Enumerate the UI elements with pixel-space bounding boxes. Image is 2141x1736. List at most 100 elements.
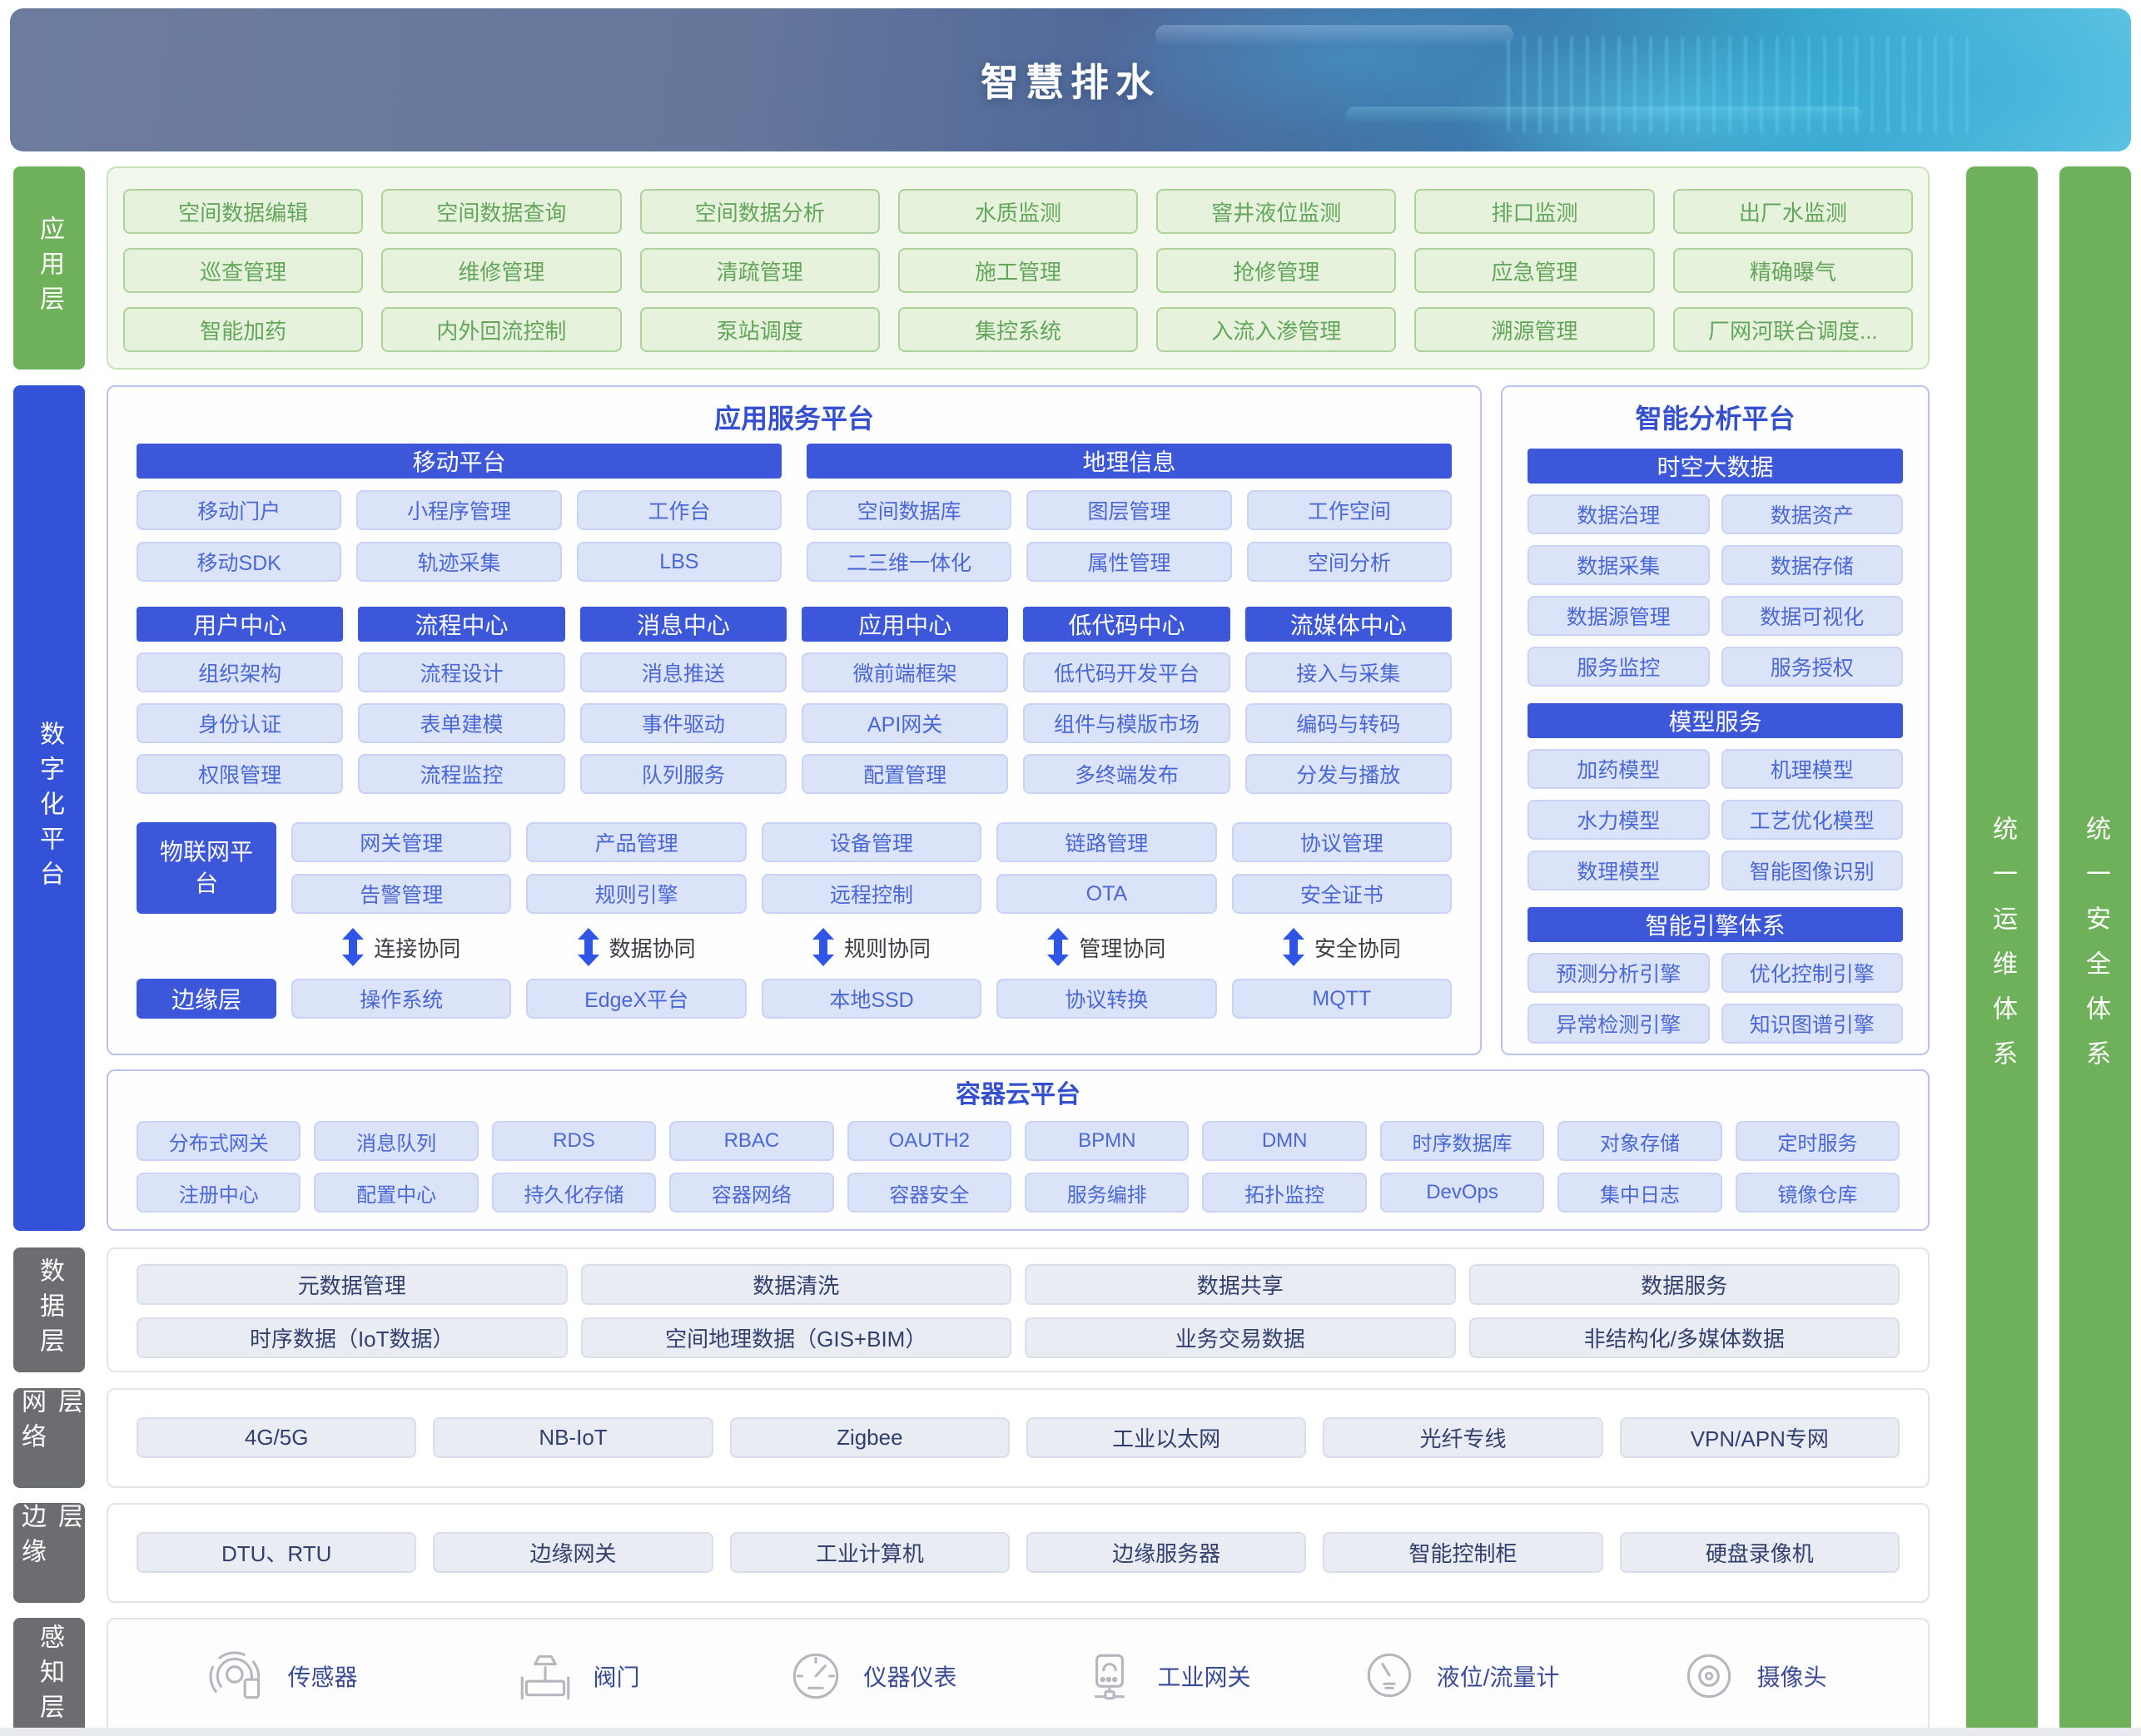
analysis-button[interactable]: 水力模型 <box>1528 800 1710 840</box>
service-button[interactable]: 属性管理 <box>1026 542 1231 582</box>
service-button[interactable]: 工作空间 <box>1247 490 1452 530</box>
app-module-button[interactable]: 巡查管理 <box>123 248 363 293</box>
app-module-button[interactable]: 施工管理 <box>898 248 1138 293</box>
center-button[interactable]: 权限管理 <box>137 754 343 794</box>
cloud-button[interactable]: 配置中心 <box>314 1173 478 1213</box>
center-button[interactable]: 事件驱动 <box>580 703 787 743</box>
cloud-button[interactable]: 消息队列 <box>314 1121 478 1161</box>
center-button[interactable]: 多终端发布 <box>1023 754 1229 794</box>
cloud-button[interactable]: 时序数据库 <box>1380 1121 1544 1161</box>
analysis-button[interactable]: 服务授权 <box>1721 647 1904 687</box>
analysis-button[interactable]: 数据可视化 <box>1721 596 1904 636</box>
app-module-button[interactable]: 应急管理 <box>1414 248 1654 293</box>
analysis-button[interactable]: 优化控制引擎 <box>1721 953 1904 993</box>
cloud-button[interactable]: 容器安全 <box>847 1173 1011 1213</box>
cloud-button[interactable]: 拓扑监控 <box>1202 1173 1366 1213</box>
app-module-button[interactable]: 水质监测 <box>898 189 1138 234</box>
analysis-button[interactable]: 服务监控 <box>1528 647 1710 687</box>
center-button[interactable]: 队列服务 <box>580 754 787 794</box>
analysis-button[interactable]: 数据源管理 <box>1528 596 1710 636</box>
iot-button[interactable]: 产品管理 <box>526 822 746 862</box>
analysis-button[interactable]: 知识图谱引擎 <box>1721 1004 1904 1044</box>
data-button[interactable]: 非结构化/多媒体数据 <box>1469 1317 1900 1358</box>
app-module-button[interactable]: 智能加药 <box>123 307 363 352</box>
center-button[interactable]: 表单建模 <box>358 703 564 743</box>
center-button[interactable]: 分发与播放 <box>1245 754 1452 794</box>
center-button[interactable]: 组织架构 <box>137 652 343 692</box>
cloud-button[interactable]: 服务编排 <box>1025 1173 1189 1213</box>
cloud-button[interactable]: RBAC <box>669 1121 833 1161</box>
service-button[interactable]: 工作台 <box>577 490 782 530</box>
analysis-button[interactable]: 数据治理 <box>1528 494 1710 534</box>
app-module-button[interactable]: 空间数据分析 <box>640 189 880 234</box>
network-button[interactable]: Zigbee <box>730 1417 1010 1458</box>
analysis-button[interactable]: 数理模型 <box>1528 851 1710 890</box>
analysis-button[interactable]: 预测分析引擎 <box>1528 953 1710 993</box>
cloud-button[interactable]: 分布式网关 <box>137 1121 301 1161</box>
iot-button[interactable]: 设备管理 <box>762 822 981 862</box>
network-button[interactable]: 4G/5G <box>137 1417 416 1458</box>
edge-button[interactable]: 本地SSD <box>762 979 981 1019</box>
analysis-button[interactable]: 机理模型 <box>1721 749 1904 789</box>
service-button[interactable]: 二三维一体化 <box>807 542 1011 582</box>
service-button[interactable]: 空间数据库 <box>807 490 1011 530</box>
cloud-button[interactable]: 容器网络 <box>669 1173 833 1213</box>
app-module-button[interactable]: 维修管理 <box>381 248 621 293</box>
cloud-button[interactable]: DevOps <box>1380 1173 1544 1213</box>
center-button[interactable]: 编码与转码 <box>1245 703 1452 743</box>
cloud-button[interactable]: 镜像仓库 <box>1736 1173 1900 1213</box>
app-module-button[interactable]: 内外回流控制 <box>381 307 621 352</box>
center-button[interactable]: 配置管理 <box>802 754 1008 794</box>
center-button[interactable]: 接入与采集 <box>1245 652 1452 692</box>
app-module-button[interactable]: 集控系统 <box>898 307 1138 352</box>
center-button[interactable]: 身份认证 <box>137 703 343 743</box>
app-module-button[interactable]: 精确曝气 <box>1673 248 1913 293</box>
iot-button[interactable]: 链路管理 <box>996 822 1216 862</box>
analysis-button[interactable]: 数据存储 <box>1721 545 1904 585</box>
app-module-button[interactable]: 清疏管理 <box>640 248 880 293</box>
network-button[interactable]: 工业以太网 <box>1026 1417 1306 1458</box>
app-module-button[interactable]: 溯源管理 <box>1414 307 1654 352</box>
app-module-button[interactable]: 排口监测 <box>1414 189 1654 234</box>
iot-button[interactable]: 协议管理 <box>1232 822 1452 862</box>
app-module-button[interactable]: 空间数据查询 <box>381 189 621 234</box>
iot-button[interactable]: 告警管理 <box>291 874 511 914</box>
data-button[interactable]: 数据清洗 <box>581 1264 1012 1305</box>
center-button[interactable]: 流程设计 <box>358 652 564 692</box>
iot-button[interactable]: 远程控制 <box>762 874 981 914</box>
data-button[interactable]: 数据服务 <box>1469 1264 1900 1305</box>
center-button[interactable]: 微前端框架 <box>802 652 1008 692</box>
cloud-button[interactable]: 持久化存储 <box>492 1173 656 1213</box>
cloud-button[interactable]: RDS <box>492 1121 656 1161</box>
edge-button[interactable]: 协议转换 <box>996 979 1216 1019</box>
network-button[interactable]: 光纤专线 <box>1323 1417 1602 1458</box>
data-button[interactable]: 空间地理数据（GIS+BIM） <box>581 1317 1012 1358</box>
service-button[interactable]: 空间分析 <box>1247 542 1452 582</box>
service-button[interactable]: 图层管理 <box>1026 490 1231 530</box>
network-button[interactable]: VPN/APN专网 <box>1620 1417 1900 1458</box>
app-module-button[interactable]: 窨井液位监测 <box>1156 189 1396 234</box>
cloud-button[interactable]: 对象存储 <box>1557 1121 1721 1161</box>
service-button[interactable]: LBS <box>577 542 782 582</box>
cloud-button[interactable]: OAUTH2 <box>847 1121 1011 1161</box>
analysis-button[interactable]: 数据采集 <box>1528 545 1710 585</box>
data-button[interactable]: 元数据管理 <box>137 1264 568 1305</box>
app-module-button[interactable]: 出厂水监测 <box>1673 189 1913 234</box>
edge-device-button[interactable]: DTU、RTU <box>137 1532 416 1573</box>
cloud-button[interactable]: BPMN <box>1025 1121 1189 1161</box>
cloud-button[interactable]: 定时服务 <box>1736 1121 1900 1161</box>
analysis-button[interactable]: 加药模型 <box>1528 749 1710 789</box>
edge-device-button[interactable]: 硬盘录像机 <box>1620 1532 1900 1573</box>
edge-device-button[interactable]: 边缘服务器 <box>1026 1532 1306 1573</box>
iot-button[interactable]: 网关管理 <box>291 822 511 862</box>
center-button[interactable]: 组件与模版市场 <box>1023 703 1229 743</box>
data-button[interactable]: 数据共享 <box>1025 1264 1456 1305</box>
analysis-button[interactable]: 智能图像识别 <box>1721 851 1904 890</box>
edge-device-button[interactable]: 边缘网关 <box>433 1532 713 1573</box>
app-module-button[interactable]: 空间数据编辑 <box>123 189 363 234</box>
iot-button[interactable]: OTA <box>996 874 1216 914</box>
iot-button[interactable]: 安全证书 <box>1232 874 1452 914</box>
analysis-button[interactable]: 异常检测引擎 <box>1528 1004 1710 1044</box>
service-button[interactable]: 轨迹采集 <box>356 542 561 582</box>
app-module-button[interactable]: 厂网河联合调度... <box>1673 307 1913 352</box>
